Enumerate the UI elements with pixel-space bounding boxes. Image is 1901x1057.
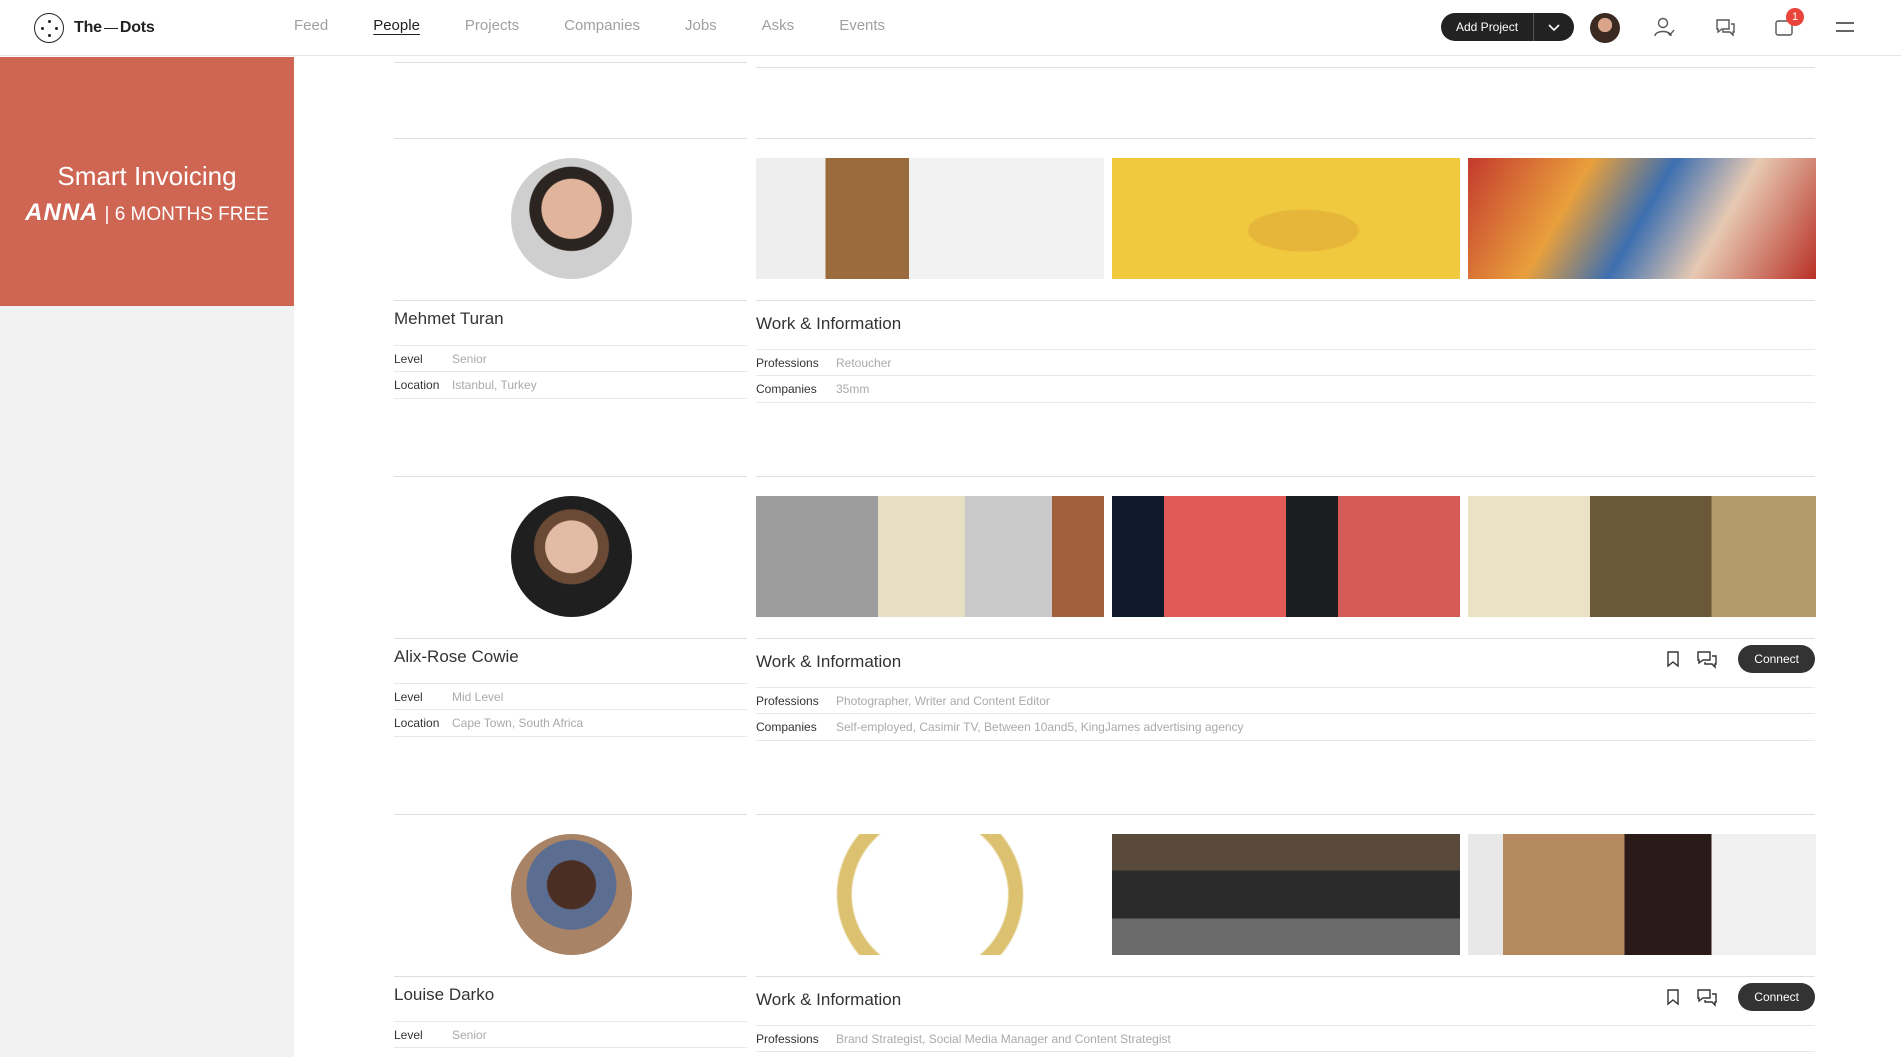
- profile-name[interactable]: Mehmet Turan: [394, 309, 504, 329]
- level-value: Mid Level: [452, 689, 504, 704]
- level-value: Senior: [452, 1027, 487, 1042]
- main-nav: Feed People Projects Companies Jobs Asks…: [294, 17, 930, 34]
- project-thumbnails: [756, 158, 1816, 279]
- professions-row: Professions Retoucher: [756, 349, 1815, 376]
- level-row: Level Senior: [394, 1021, 747, 1048]
- project-thumbnail[interactable]: [1112, 158, 1460, 279]
- professions-label: Professions: [756, 1031, 819, 1046]
- profile-name[interactable]: Louise Darko: [394, 985, 494, 1005]
- profile-card: Louise Darko Level Senior Work & Informat…: [394, 814, 1816, 1057]
- companies-row: Companies 35mm: [756, 376, 1815, 403]
- work-info-title: Work & Information: [756, 314, 902, 333]
- messages-icon[interactable]: [1712, 14, 1738, 40]
- location-value: Cape Town, South Africa: [452, 716, 584, 730]
- location-value: Istanbul, Turkey: [452, 378, 537, 392]
- connect-button[interactable]: Connect: [1738, 645, 1815, 673]
- nav-asks[interactable]: Asks: [762, 17, 795, 34]
- project-thumbnail[interactable]: [1468, 158, 1816, 279]
- advert-offer: | 6 MONTHS FREE: [104, 204, 269, 225]
- professions-value: Retoucher: [836, 355, 892, 370]
- location-label: Location: [394, 378, 440, 392]
- message-icon[interactable]: [1692, 982, 1722, 1012]
- location-row: Location Istanbul, Turkey: [394, 372, 747, 399]
- top-navigation-bar: The Dots Feed People Projects Companies …: [0, 0, 1901, 56]
- project-thumbnail[interactable]: [1468, 496, 1816, 617]
- level-value: Senior: [452, 351, 487, 366]
- profile-card: Mehmet Turan Level Senior Location Istanbu…: [394, 138, 1816, 438]
- add-project-button[interactable]: Add Project: [1441, 13, 1534, 41]
- project-thumbnail[interactable]: [1112, 834, 1460, 955]
- work-info-title: Work & Information: [756, 990, 902, 1009]
- professions-label: Professions: [756, 693, 819, 708]
- divider: [394, 62, 747, 63]
- project-thumbnails: [756, 834, 1816, 955]
- nav-jobs[interactable]: Jobs: [685, 17, 717, 34]
- advert-subtitle: ANNA | 6 MONTHS FREE: [0, 199, 294, 227]
- hamburger-menu-icon[interactable]: [1832, 14, 1858, 40]
- companies-label: Companies: [756, 382, 817, 396]
- sidebar-background: [0, 306, 294, 1057]
- profile-card: Alix-Rose Cowie Level Mid Level Location C…: [394, 476, 1816, 776]
- profile-actions: Connect: [1658, 644, 1815, 674]
- divider: [756, 67, 1815, 68]
- brand-name: The Dots: [74, 19, 155, 37]
- brand-name-right: Dots: [119, 19, 155, 36]
- logo-mark-icon: [34, 13, 64, 43]
- project-thumbnails: [756, 496, 1816, 617]
- profile-avatar[interactable]: [511, 834, 632, 955]
- brand-logo[interactable]: The Dots: [34, 13, 155, 43]
- profile-avatar[interactable]: [511, 496, 632, 617]
- professions-value: Photographer, Writer and Content Editor: [836, 693, 1050, 708]
- user-avatar[interactable]: [1590, 13, 1620, 43]
- level-label: Level: [394, 689, 423, 704]
- project-thumbnail[interactable]: [756, 834, 1104, 955]
- profile-actions: Connect: [1658, 982, 1815, 1012]
- nav-people[interactable]: People: [373, 17, 420, 34]
- brand-name-left: The: [74, 19, 102, 36]
- profile-name[interactable]: Alix-Rose Cowie: [394, 647, 519, 667]
- message-icon[interactable]: [1692, 644, 1722, 674]
- add-project-control: Add Project: [1441, 13, 1575, 41]
- level-row: Level Mid Level: [394, 683, 747, 710]
- bookmark-icon[interactable]: [1658, 644, 1688, 674]
- nav-events[interactable]: Events: [839, 17, 885, 34]
- advert-title: Smart Invoicing: [57, 161, 237, 191]
- project-thumbnail[interactable]: [1468, 834, 1816, 955]
- add-project-dropdown[interactable]: [1533, 13, 1575, 41]
- professions-row: Professions Photographer, Writer and Cont…: [756, 687, 1815, 714]
- level-label: Level: [394, 1027, 423, 1042]
- connections-icon[interactable]: [1651, 14, 1677, 40]
- bookmark-icon[interactable]: [1658, 982, 1688, 1012]
- project-thumbnail[interactable]: [756, 496, 1104, 617]
- advert-banner[interactable]: Smart Invoicing ANNA | 6 MONTHS FREE: [0, 57, 294, 306]
- notification-badge: 1: [1786, 8, 1804, 26]
- companies-value: Self-employed, Casimir TV, Between 10and…: [836, 720, 1244, 734]
- companies-row: Companies Self-employed, Casimir TV, Betw…: [756, 714, 1815, 741]
- profile-avatar[interactable]: [511, 158, 632, 279]
- nav-projects[interactable]: Projects: [465, 17, 519, 34]
- professions-row: Professions Brand Strategist, Social Medi…: [756, 1025, 1815, 1052]
- level-label: Level: [394, 351, 423, 366]
- companies-label: Companies: [756, 720, 817, 734]
- nav-companies[interactable]: Companies: [564, 17, 640, 34]
- project-thumbnail[interactable]: [756, 158, 1104, 279]
- nav-feed[interactable]: Feed: [294, 17, 328, 34]
- professions-value: Brand Strategist, Social Media Manager a…: [836, 1031, 1171, 1046]
- level-row: Level Senior: [394, 345, 747, 372]
- location-row: Location Cape Town, South Africa: [394, 710, 747, 737]
- advert-brand: ANNA: [25, 199, 99, 226]
- chevron-down-icon: [1548, 24, 1560, 32]
- companies-value: 35mm: [836, 382, 870, 396]
- work-info-title: Work & Information: [756, 652, 902, 671]
- location-label: Location: [394, 716, 440, 730]
- connect-button[interactable]: Connect: [1738, 983, 1815, 1011]
- professions-label: Professions: [756, 355, 819, 370]
- project-thumbnail[interactable]: [1112, 496, 1460, 617]
